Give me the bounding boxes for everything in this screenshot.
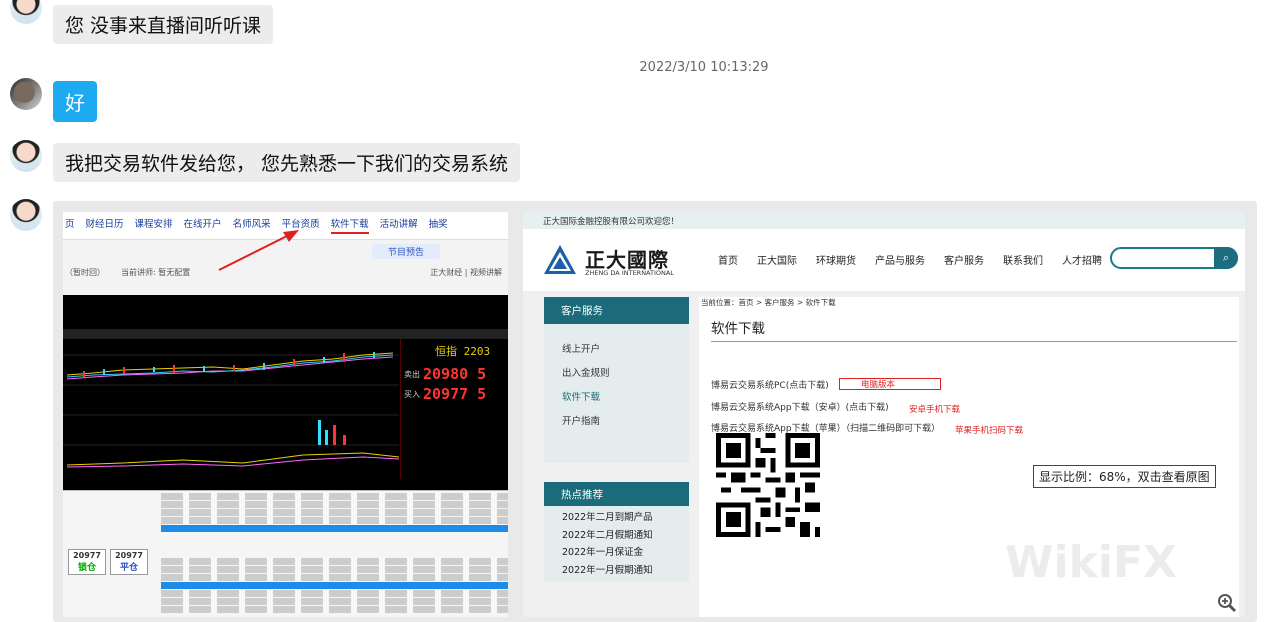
download-link-pc: 博易云交易系统PC(点击下载)	[711, 381, 829, 391]
menu-item: 客户服务	[944, 256, 984, 267]
sidebar-item: 开户指南	[562, 416, 601, 427]
hot-panel: 热点推荐 2022年二月到期产品 2022年二月假期通知 2022年一月保证金 …	[544, 482, 689, 582]
sidebar-item: 线上开户	[562, 344, 601, 355]
sell-label: 卖出	[404, 370, 420, 379]
sell-lock-label: 锁仓	[77, 563, 96, 573]
buy-label: 买入	[404, 390, 420, 399]
watermark: WikiFX	[1005, 537, 1177, 588]
toolbar-label: 正大财经 | 视频讲解	[430, 268, 502, 277]
agent-avatar[interactable]	[10, 0, 42, 24]
menu-item: 正大国际	[757, 256, 797, 267]
site-search: ⌕	[1110, 247, 1238, 269]
toolbar-label: （暂时回）	[65, 268, 105, 277]
nav-item: 课程安排	[134, 219, 173, 230]
agent-avatar[interactable]	[10, 199, 42, 231]
sidebar-item: 出入金规则	[562, 368, 610, 379]
hot-title: 热点推荐	[544, 482, 689, 506]
message-bubble: 我把交易软件发给您， 您先熟悉一下我们的交易系统	[53, 143, 521, 182]
grid-row	[161, 598, 508, 605]
grid-row	[161, 574, 508, 581]
agent-avatar[interactable]	[10, 140, 42, 172]
welcome-bar: 正大国际金融控股有限公司欢迎您！	[523, 212, 1245, 229]
sidebar-panel: 客户服务 线上开户 出入金规则 软件下载 开户指南	[544, 297, 689, 463]
red-arrow-annotation	[218, 230, 299, 271]
page-title: 软件下载	[711, 321, 765, 337]
menu-item: 人才招聘	[1062, 256, 1102, 267]
buy-price: 20977 5	[423, 385, 487, 403]
zoom-ratio-tooltip: 显示比例：68%，双击查看原图	[1033, 465, 1216, 488]
grid-row	[161, 501, 508, 508]
message-timestamp: 2022/3/10 10:13:29	[639, 60, 769, 75]
menu-item: 首页	[718, 256, 738, 267]
logo-subtext: ZHENG DA INTERNATIONAL	[585, 269, 674, 277]
order-panel: 20977 锁仓 20977 平仓	[63, 490, 508, 617]
hot-item: 2022年二月到期产品	[562, 512, 653, 523]
order-grid	[161, 493, 508, 617]
nav-item: 页	[65, 219, 75, 230]
download-note: 苹果手机扫码下载	[955, 426, 1024, 436]
image-message[interactable]: 页 财经日历 课程安排 在线开户 名师风采 平台资质 软件下载 活动讲解 抽奖 …	[53, 201, 1257, 622]
qr-code-icon	[716, 433, 820, 537]
sell-lock-price: 20977	[73, 551, 101, 560]
nav-item-software-download: 软件下载	[330, 216, 369, 234]
grid-row	[161, 558, 508, 565]
user-avatar[interactable]	[10, 78, 42, 110]
logo-icon	[544, 245, 576, 274]
breadcrumb: 当前位置：首页 > 客户服务 > 软件下载	[701, 298, 836, 307]
nav-item: 活动讲解	[379, 219, 418, 230]
menu-item: 联系我们	[1003, 256, 1043, 267]
nav-item: 抽奖	[428, 219, 448, 230]
divider	[711, 341, 1237, 342]
download-note: 电脑版本	[861, 380, 896, 390]
hot-item: 2022年一月假期通知	[562, 564, 653, 576]
quote-name: 恒指 2203	[435, 345, 491, 358]
nav-item: 财经日历	[85, 219, 124, 230]
menu-item: 环球期货	[816, 256, 856, 267]
toolbar-label: 当前讲师: 暂无配置	[121, 268, 191, 277]
quote-panel: 恒指 2203 卖出 20980 5 买入 20977 5	[400, 339, 508, 479]
search-icon: ⌕	[1214, 247, 1238, 269]
sell-lock-button: 20977 锁仓	[68, 549, 106, 575]
site-header: 正大國際 ZHENG DA INTERNATIONAL 首页 正大国际 环球期货…	[523, 229, 1245, 291]
site-menu: 首页 正大国际 环球期货 产品与服务 客户服务 联系我们 人才招聘	[718, 252, 1102, 267]
hot-item: 2022年二月假期通知	[562, 529, 653, 541]
grid-row	[161, 582, 508, 589]
download-link-android: 博易云交易系统App下载（安卓）(点击下载)	[711, 403, 889, 413]
grid-row	[161, 525, 508, 532]
menu-item: 产品与服务	[875, 256, 925, 267]
grid-row	[161, 590, 508, 597]
sidebar-title: 客户服务	[544, 297, 689, 324]
grid-row	[161, 493, 508, 500]
hot-item: 2022年一月保证金	[562, 547, 644, 558]
grid-row	[161, 606, 508, 613]
close-position-price: 20977	[115, 551, 143, 560]
grid-row	[161, 566, 508, 573]
close-position-label: 平仓	[119, 563, 138, 573]
program-tab: 节目预告	[371, 244, 440, 259]
close-position-button: 20977 平仓	[110, 549, 148, 575]
download-note: 安卓手机下载	[909, 405, 961, 415]
grid-row	[161, 517, 508, 524]
terminal-screenshot: 页 财经日历 课程安排 在线开户 名师风采 平台资质 软件下载 活动讲解 抽奖 …	[63, 212, 508, 617]
zoom-in-icon[interactable]	[1217, 593, 1237, 613]
grid-row	[161, 509, 508, 516]
sell-price: 20980 5	[423, 365, 487, 383]
message-bubble: 您 没事来直播间听听课	[53, 5, 274, 44]
message-bubble: 好	[53, 81, 97, 122]
sidebar-item-active: 软件下载	[562, 392, 601, 403]
